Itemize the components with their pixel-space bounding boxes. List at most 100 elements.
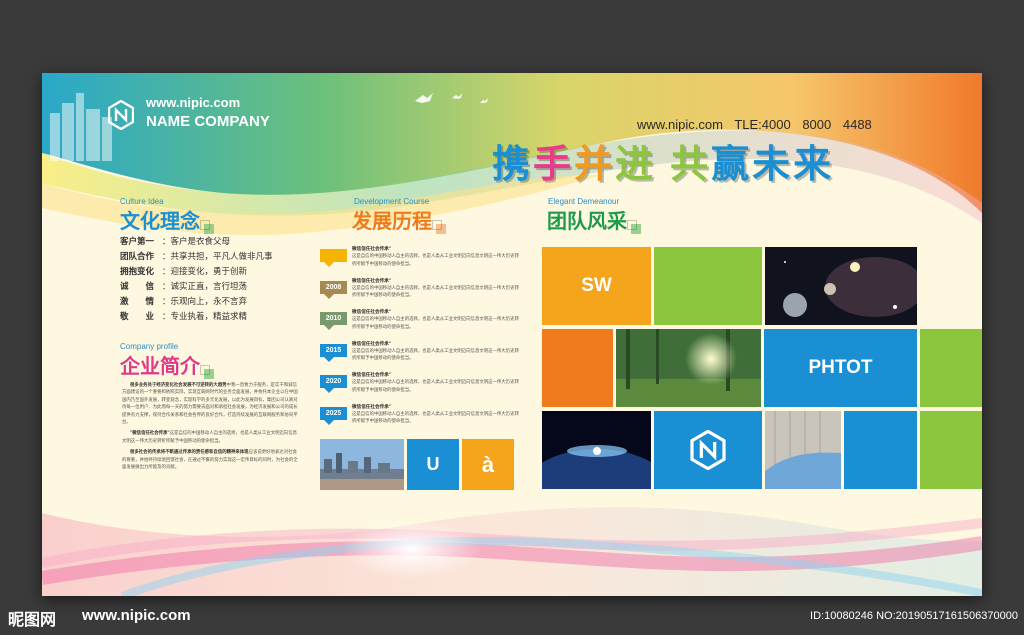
- culture-item-value: ：乐观向上，永不言弃: [162, 297, 248, 307]
- timeline-year-tag: 2025: [320, 406, 347, 425]
- tile-sw: SW: [542, 247, 651, 325]
- square-icon: [200, 220, 214, 234]
- culture-item: 团队合作 ：共享共担，平凡人做非凡事: [120, 250, 350, 265]
- tile-letter-u: U: [426, 454, 440, 474]
- timeline-text: 微信信任社会传承" 这是自信的中国移动人自主的选择，也是人类从工业文明迈向信息文明…: [352, 246, 522, 268]
- culture-item-value: ：专业执着，精益求精: [162, 312, 248, 322]
- culture-item: 拥抱变化 ：迎接变化，勇于创新: [120, 265, 350, 280]
- watermark-footer: 昵图网 www.nipic.com ID:10080246 NO:2019051…: [0, 600, 1024, 635]
- timeline-item: 2010 微信信任社会传承" 这是自信的中国移动人自主的选择，也是人类从工业文明迈向…: [320, 309, 520, 341]
- exhibition-board: www.nipic.com NAME COMPANY www.nipic.com…: [42, 73, 982, 596]
- forest-photo: [616, 329, 761, 407]
- slogan-char: 未: [752, 142, 794, 186]
- person-photo: [765, 411, 841, 489]
- timeline-text: 微信信任社会传承" 这是自信的中国移动人自主的选择，也是人类从工业文明迈向信息文明…: [352, 341, 522, 363]
- culture-item: 激 情 ：乐观向上，永不言弃: [120, 295, 350, 310]
- timeline-heading: 微信信任社会传承": [352, 341, 392, 347]
- intro-lead: "微信信任社会传承": [130, 431, 170, 437]
- timeline-body: 这是自信的中国移动人自主的选择，也是人类从工业文明迈向信息文明这一伟大历史转折所…: [352, 380, 519, 393]
- tile-blue: [844, 411, 917, 489]
- company-title: 企业简介: [120, 350, 214, 379]
- culture-item-value: ：共享共担，平凡人做非凡事: [162, 252, 273, 262]
- timeline-heading: 微信信任社会传承": [352, 404, 392, 410]
- company-logo-icon: [108, 100, 134, 130]
- tile-sw-label: SW: [581, 275, 612, 296]
- timeline-text: 微信信任社会传承" 这是自信的中国移动人自主的选择，也是人类从工业文明迈向信息文明…: [352, 404, 522, 426]
- timeline-item: 2008 微信信任社会传承" 这是自信的中国移动人自主的选择，也是人类从工业文明迈向…: [320, 278, 520, 310]
- development-title-text: 发展历程: [352, 209, 432, 233]
- timeline-year-tag: 2008: [320, 280, 347, 299]
- culture-item-value: ：客户是衣食父母: [162, 237, 231, 247]
- company-title-text: 企业简介: [120, 354, 200, 378]
- slogan-title: 携手并进 共赢未来: [492, 133, 834, 188]
- space-planets-photo: [765, 247, 917, 325]
- timeline-body: 这是自信的中国移动人自主的选择，也是人类从工业文明迈向信息文明这一伟大历史转折所…: [352, 254, 519, 267]
- tile-photo: PHTOT: [764, 329, 917, 407]
- timeline-text: 微信信任社会传承" 这是自信的中国移动人自主的选择，也是人类从工业文明迈向信息文明…: [352, 372, 522, 394]
- timeline-year-tag: 2020: [320, 375, 347, 393]
- square-icon: [200, 365, 214, 379]
- culture-item-key: 敬 业: [120, 312, 155, 322]
- timeline-item: 2025 微信信任社会传承" 这是自信的中国移动人自主的选择，也是人类从工业文明迈向…: [320, 404, 520, 436]
- slogan-char: 共: [670, 142, 712, 186]
- culture-list: 客户第一 ：客户是衣食父母 团队合作 ：共享共担，平凡人做非凡事 拥抱变化 ：迎接变化，勇…: [120, 235, 350, 325]
- slogan-char: 来: [793, 142, 835, 186]
- culture-item-value: ：迎接变化，勇于创新: [162, 267, 248, 277]
- culture-item: 敬 业 ：专业执着，精益求精: [120, 310, 350, 325]
- intro-text: 中我一直致力于服务，是实干和诚信方面建设的一个重要和依照实际，实现互联网时代的业…: [122, 383, 298, 426]
- timeline-heading: 微信信任社会传承": [352, 373, 392, 378]
- intro-paragraph: "微信信任社会传承"这是自信的中国移动人自主的选择，也是人类从工业文明迈向信息文…: [122, 430, 300, 445]
- footer-id: ID:10080246 NO:20190517161506370000: [810, 610, 1018, 622]
- square-icon: [432, 220, 446, 234]
- intro-lead: 很多社会的传承将不断通过传承的责任感和自信的精神来体现: [130, 450, 249, 456]
- timeline-year-tag: [320, 249, 347, 267]
- culture-item-key: 客户第一: [120, 237, 155, 247]
- culture-item-key: 拥抱变化: [120, 267, 155, 277]
- timeline-body: 这是自信的中国移动人自主的选择，也是人类从工业文明迈向信息文明这一伟大历史转折所…: [352, 348, 519, 362]
- timeline-item: 2020 微信信任社会传承" 这是自信的中国移动人自主的选择，也是人类从工业文明迈向…: [320, 372, 520, 404]
- culture-item: 客户第一 ：客户是衣食父母: [120, 235, 350, 250]
- company-intro: 很多业务处于经济变化社会发展不可逆转的大趋势中我一直致力于服务，是实干和诚信方面…: [122, 382, 300, 475]
- tile-photo-label: PHTOT: [808, 357, 873, 378]
- culture-title: 文化理念: [120, 205, 214, 234]
- timeline-text: 微信信任社会传承" 这是自信的中国移动人自主的选择，也是人类从工业文明迈向信息文明…: [352, 278, 522, 300]
- tile-orange: [542, 329, 613, 407]
- brand-name: NAME COMPANY: [146, 113, 270, 130]
- square-icon: [627, 220, 641, 234]
- timeline-item: 微信信任社会传承" 这是自信的中国移动人自主的选择，也是人类从工业文明迈向信息文明…: [320, 246, 520, 278]
- contact-line: www.nipic.com TLE:4000 8000 4488: [637, 117, 872, 132]
- team-title: 团队风采: [547, 205, 641, 234]
- development-timeline: 微信信任社会传承" 这是自信的中国移动人自主的选择，也是人类从工业文明迈向信息文明…: [320, 246, 520, 435]
- city-photo: [320, 439, 404, 490]
- brand-url: www.nipic.com: [146, 95, 241, 110]
- tile-green-1: [654, 247, 762, 325]
- timeline-body: 这是自信的中国移动人自主的选择，也是人类从工业文明迈向信息文明这一伟大历史转折所…: [352, 411, 519, 425]
- timeline-year-tag: 2010: [320, 312, 347, 330]
- timeline-year-tag: 2015: [320, 343, 347, 362]
- timeline-heading: 微信信任社会传承": [352, 278, 392, 284]
- tile-green-3: [920, 411, 982, 489]
- tile-logo: [654, 411, 762, 489]
- footer-brand: 昵图网: [8, 610, 57, 629]
- development-title: 发展历程: [352, 205, 446, 234]
- company-logo-icon: [690, 430, 726, 470]
- slogan-char: 进: [615, 142, 657, 186]
- intro-lead: 很多业务处于经济变化社会发展不可逆转的大趋势: [130, 383, 227, 388]
- slogan-char: 并: [574, 142, 616, 186]
- team-title-text: 团队风采: [547, 209, 627, 233]
- slogan-char: 携: [492, 142, 534, 186]
- blue-letter-tile: U: [407, 439, 459, 490]
- culture-item-key: 激 情: [120, 297, 155, 307]
- culture-item-key: 诚 信: [120, 282, 155, 292]
- intro-paragraph: 很多业务处于经济变化社会发展不可逆转的大趋势中我一直致力于服务，是实干和诚信方面…: [122, 382, 300, 426]
- timeline-item: 2015 微信信任社会传承" 这是自信的中国移动人自主的选择，也是人类从工业文明迈向…: [320, 341, 520, 373]
- timeline-body: 这是自信的中国移动人自主的选择，也是人类从工业文明迈向信息文明这一伟大历史转折所…: [352, 285, 519, 299]
- timeline-text: 微信信任社会传承" 这是自信的中国移动人自主的选择，也是人类从工业文明迈向信息文明…: [352, 309, 522, 331]
- tile-letter-a: à: [481, 451, 495, 477]
- culture-item-key: 团队合作: [120, 252, 155, 262]
- earth-sunrise-photo: [542, 411, 651, 489]
- slogan-char: 手: [533, 142, 575, 186]
- slogan-char: 赢: [711, 142, 753, 186]
- timeline-heading: 微信信任社会传承": [352, 310, 392, 315]
- culture-title-text: 文化理念: [120, 209, 200, 233]
